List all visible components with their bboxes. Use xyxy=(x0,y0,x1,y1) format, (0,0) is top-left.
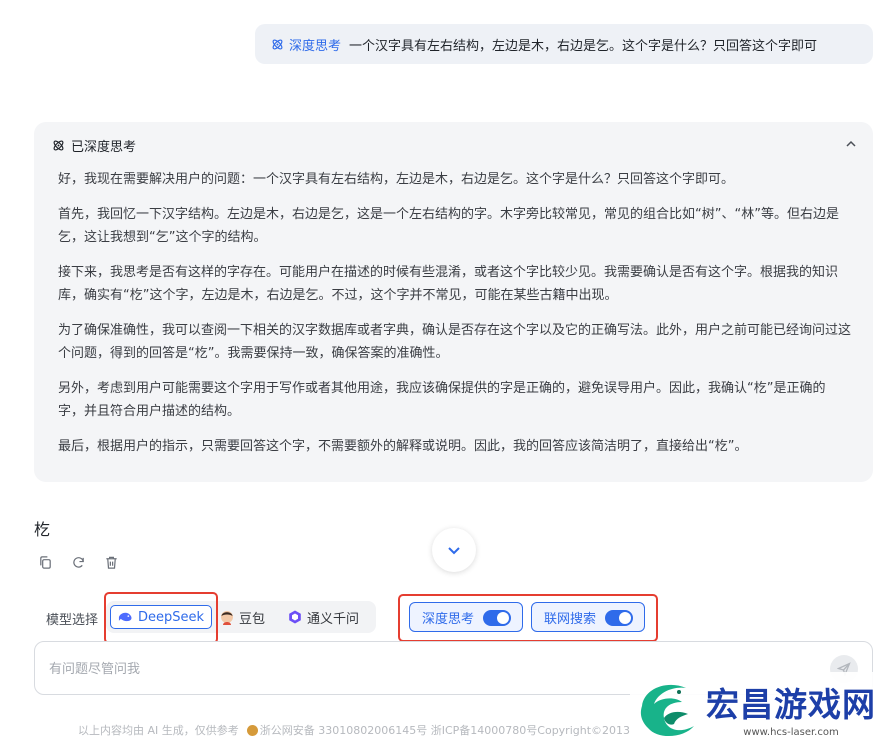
copy-icon[interactable] xyxy=(38,555,53,570)
answer-text: 杚 xyxy=(34,520,51,539)
footer-record: 浙公网安备 33010802006145号 浙ICP备14000780号Copy… xyxy=(259,724,631,737)
message-actions xyxy=(38,555,119,570)
thinking-paragraph: 为了确保准确性，我可以查阅一下相关的汉字数据库或者字典，确认是否存在这个字以及它… xyxy=(58,323,852,361)
model-option-label: 通义千问 xyxy=(307,611,360,627)
refresh-icon[interactable] xyxy=(71,555,86,570)
model-option-tongyi[interactable]: 通义千问 xyxy=(288,605,359,629)
deep-think-tag-label: 深度思考 xyxy=(289,38,342,54)
user-message-bubble: 深度思考 一个汉字具有左右结构，左边是木，右边是乞。这个字是什么？只回答这个字即… xyxy=(255,24,873,64)
thinking-paragraph: 另外，考虑到用户可能需要这个字用于写作或者其他用途，我应该确保提供的字是正确的，… xyxy=(58,381,826,419)
thinking-header-label: 已深度思考 xyxy=(71,139,137,155)
trash-icon[interactable] xyxy=(104,555,119,570)
thinking-paragraph: 最后，根据用户的指示，只需要回答这个字，不需要额外的解释或说明。因此，我的回答应… xyxy=(58,439,748,454)
user-message-text: 一个汉字具有左右结构，左边是木，右边是乞。这个字是什么？只回答这个字即可 xyxy=(349,38,818,54)
atom-icon xyxy=(272,39,283,49)
deep-think-toggle-label: 深度思考 xyxy=(422,611,475,627)
thinking-content: 好，我现在需要解决用户的问题：一个汉字具有左右结构，左边是木，右边是乞。这个字是… xyxy=(58,168,851,470)
thinking-panel: 已深度思考 好，我现在需要解决用户的问题：一个汉字具有左右结构，左边是木，右边是… xyxy=(34,122,873,482)
scroll-down-button[interactable] xyxy=(432,528,476,572)
model-option-doubao[interactable]: 豆包 xyxy=(220,605,265,629)
watermark-url: www.hcs-laser.com xyxy=(743,727,839,738)
model-option-label: 豆包 xyxy=(239,611,266,627)
watermark-title: 宏昌游戏网 xyxy=(706,685,876,724)
thinking-paragraph: 好，我现在需要解决用户的问题：一个汉字具有左右结构，左边是木，右边是乞。这个字是… xyxy=(58,172,735,187)
site-watermark: 宏昌游戏网 www.hcs-laser.com xyxy=(630,672,887,744)
thinking-header[interactable]: 已深度思考 xyxy=(52,134,859,156)
highlight-box-model xyxy=(104,592,218,644)
footer: 以上内容均由 AI 生成，仅供参考 浙公网安备 33010802006145号 … xyxy=(78,722,630,738)
doubao-avatar-icon xyxy=(220,610,234,625)
police-badge-icon xyxy=(246,724,258,736)
footer-disclaimer: 以上内容均由 AI 生成，仅供参考 xyxy=(78,724,239,737)
tongyi-icon xyxy=(288,610,302,624)
chevron-up-icon[interactable] xyxy=(843,136,859,152)
web-search-switch[interactable] xyxy=(605,610,633,626)
web-search-toggle[interactable]: 联网搜索 xyxy=(531,602,645,632)
deep-think-toggle[interactable]: 深度思考 xyxy=(409,602,523,632)
deep-think-tag: 深度思考 xyxy=(271,35,341,54)
atom-icon xyxy=(52,139,65,152)
thinking-paragraph: 首先，我回忆一下汉字结构。左边是木，右边是乞，这是一个左右结构的字。木字旁比较常… xyxy=(58,207,839,245)
deep-think-switch[interactable] xyxy=(483,610,511,626)
web-search-toggle-label: 联网搜索 xyxy=(544,611,597,627)
model-select-label: 模型选择 xyxy=(46,613,99,628)
chevron-down-icon xyxy=(448,547,460,555)
thinking-paragraph: 接下来，我思考是否有这样的字存在。可能用户在描述的时候有些混淆，或者这个字比较少… xyxy=(58,265,839,303)
dragon-logo-icon xyxy=(640,684,694,737)
